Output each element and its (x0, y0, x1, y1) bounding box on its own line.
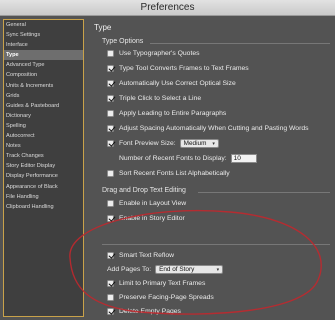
section-divider (102, 244, 330, 245)
add-pages-to-select[interactable]: End of Story ▾ (155, 265, 224, 274)
add-pages-to-value: End of Story (159, 266, 195, 273)
page-title: Type (94, 23, 112, 32)
type-tool-converts-checkbox[interactable] (107, 65, 114, 72)
sidebar-item[interactable]: Guides & Pasteboard (4, 101, 83, 111)
layout-view-label: Enable in Layout View (119, 200, 187, 207)
story-editor-option[interactable]: Enable in Story Editor (107, 213, 185, 224)
sidebar-item[interactable]: Display Performance (4, 171, 83, 181)
adjust-spacing-checkbox[interactable] (107, 125, 114, 132)
sidebar-item[interactable]: File Handling (4, 192, 83, 202)
sidebar-item[interactable]: Composition (4, 70, 83, 80)
optical-size-option[interactable]: Automatically Use Correct Optical Size (107, 78, 236, 89)
recent-fonts-option: Number of Recent Fonts to Display: 10 (119, 153, 257, 164)
type-options-title: Type Options (102, 38, 144, 45)
sidebar-item[interactable]: Spelling (4, 121, 83, 131)
sidebar-item[interactable]: Interface (4, 40, 83, 50)
adjust-spacing-label: Adjust Spacing Automatically When Cuttin… (119, 125, 309, 132)
sidebar-item[interactable]: Autocorrect (4, 131, 83, 141)
delete-empty-label: Delete Empty Pages (119, 308, 181, 315)
story-editor-checkbox[interactable] (107, 215, 114, 222)
preserve-facing-checkbox[interactable] (107, 294, 114, 301)
typographers-quotes-label: Use Typographer's Quotes (119, 50, 200, 57)
triple-click-checkbox[interactable] (107, 95, 114, 102)
sidebar-item[interactable]: Appearance of Black (4, 182, 83, 192)
add-pages-to-label: Add Pages To: (107, 266, 152, 273)
typographers-quotes-checkbox[interactable] (107, 50, 114, 57)
apply-leading-option[interactable]: Apply Leading to Entire Paragraphs (107, 108, 226, 119)
sidebar-item[interactable]: Grids (4, 91, 83, 101)
category-list: General Sync Settings Interface Type Advance… (4, 20, 83, 212)
sort-recent-option[interactable]: Sort Recent Fonts List Alphabetically (107, 168, 230, 179)
sidebar-item[interactable]: Units & Increments (4, 81, 83, 91)
sidebar-item[interactable]: Sync Settings (4, 30, 83, 40)
preferences-category-list[interactable]: General Sync Settings Interface Type Advance… (3, 19, 84, 317)
type-tool-converts-label: Type Tool Converts Frames to Text Frames (119, 65, 249, 72)
sort-recent-label: Sort Recent Fonts List Alphabetically (119, 170, 230, 177)
recent-fonts-input[interactable]: 10 (230, 154, 257, 163)
optical-size-label: Automatically Use Correct Optical Size (119, 80, 236, 87)
drag-drop-title: Drag and Drop Text Editing (102, 187, 186, 194)
sidebar-item[interactable]: General (4, 20, 83, 30)
sidebar-item[interactable]: Story Editor Display (4, 161, 83, 171)
chevron-down-icon: ▾ (212, 140, 215, 147)
font-preview-label: Font Preview Size: (119, 140, 176, 147)
sidebar-item[interactable]: Notes (4, 141, 83, 151)
section-divider (198, 192, 330, 193)
limit-primary-option[interactable]: Limit to Primary Text Frames (107, 278, 205, 289)
font-preview-checkbox[interactable] (107, 140, 114, 147)
type-tool-converts-option[interactable]: Type Tool Converts Frames to Text Frames (107, 63, 249, 74)
apply-leading-checkbox[interactable] (107, 110, 114, 117)
window-title: Preferences (140, 2, 195, 13)
recent-fonts-label: Number of Recent Fonts to Display: (119, 155, 227, 162)
sidebar-item[interactable]: Dictionary (4, 111, 83, 121)
chevron-down-icon: ▾ (216, 266, 220, 273)
font-preview-size-select[interactable]: Medium ▾ (179, 139, 219, 148)
section-divider (150, 43, 330, 44)
sidebar-item[interactable]: Advanced Type (4, 60, 83, 70)
smart-text-reflow-label: Smart Text Reflow (119, 252, 175, 259)
limit-primary-checkbox[interactable] (107, 280, 114, 287)
typographers-quotes-option[interactable]: Use Typographer's Quotes (107, 48, 200, 59)
layout-view-checkbox[interactable] (107, 200, 114, 207)
font-preview-option[interactable]: Font Preview Size: Medium ▾ (107, 138, 219, 149)
smart-text-reflow-option[interactable]: Smart Text Reflow (107, 250, 174, 261)
add-pages-to-option: Add Pages To: End of Story ▾ (107, 264, 224, 275)
sidebar-item[interactable]: Track Changes (4, 151, 83, 161)
triple-click-label: Triple Click to Select a Line (119, 95, 202, 102)
sort-recent-checkbox[interactable] (107, 170, 114, 177)
preserve-facing-option[interactable]: Preserve Facing-Page Spreads (107, 292, 214, 303)
preserve-facing-label: Preserve Facing-Page Spreads (119, 294, 214, 301)
apply-leading-label: Apply Leading to Entire Paragraphs (119, 110, 227, 117)
limit-primary-label: Limit to Primary Text Frames (119, 280, 206, 287)
optical-size-checkbox[interactable] (107, 80, 114, 87)
delete-empty-option[interactable]: Delete Empty Pages (107, 306, 181, 317)
sidebar-item[interactable]: Clipboard Handling (4, 202, 83, 212)
smart-text-reflow-checkbox[interactable] (107, 252, 114, 259)
font-preview-size-value: Medium (183, 140, 207, 147)
sidebar-item[interactable]: Type (4, 50, 83, 61)
delete-empty-checkbox[interactable] (107, 308, 114, 315)
title-bar: Preferences (0, 0, 335, 16)
story-editor-label: Enable in Story Editor (119, 215, 185, 222)
layout-view-option[interactable]: Enable in Layout View (107, 198, 186, 209)
type-preferences-panel: Type Type Options Use Typographer's Quot… (90, 16, 335, 320)
adjust-spacing-option[interactable]: Adjust Spacing Automatically When Cuttin… (107, 123, 309, 134)
triple-click-option[interactable]: Triple Click to Select a Line (107, 93, 201, 104)
